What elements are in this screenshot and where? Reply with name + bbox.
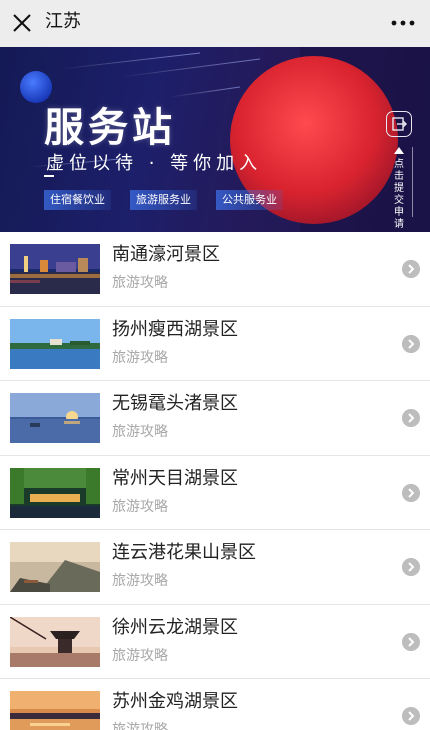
item-title: 苏州金鸡湖景区 (112, 691, 238, 712)
apply-button[interactable] (386, 111, 412, 137)
chevron-right-icon[interactable] (402, 334, 420, 353)
apply-up-arrow-icon (394, 147, 404, 154)
item-title: 连云港花果山景区 (112, 542, 256, 563)
thumbnail-image (10, 616, 100, 667)
item-title: 徐州云龙湖景区 (112, 616, 238, 638)
close-icon[interactable] (11, 12, 33, 34)
banner-tag-public: 公共服务业 (216, 190, 283, 210)
top-bar: 江苏 (0, 0, 430, 46)
chevron-right-icon[interactable] (402, 632, 420, 651)
apply-divider (412, 147, 413, 217)
item-subtitle: 旅游攻略 (112, 722, 168, 730)
item-subtitle: 旅游攻略 (112, 275, 168, 291)
banner-tag-lodging: 住宿餐饮业 (44, 190, 111, 210)
list-item[interactable]: 无锡鼋头渚景区 旅游攻略 (0, 381, 430, 456)
thumbnail-image (10, 691, 100, 730)
item-title: 无锡鼋头渚景区 (112, 393, 238, 414)
scenic-spot-list: 南通濠河景区 旅游攻略 扬州瘦西湖景区 旅游攻略 无锡鼋头渚景区 旅游攻略 常州… (0, 232, 430, 730)
item-subtitle: 旅游攻略 (112, 498, 168, 515)
exit-icon (391, 116, 407, 131)
more-icon[interactable] (390, 12, 416, 34)
item-subtitle: 旅游攻略 (112, 647, 168, 664)
list-item[interactable]: 连云港花果山景区 旅游攻略 (0, 530, 430, 605)
chevron-right-icon[interactable] (402, 707, 420, 725)
item-subtitle: 旅游攻略 (112, 424, 168, 440)
thumbnail-image (10, 393, 100, 443)
chevron-right-icon[interactable] (402, 409, 420, 427)
chevron-right-icon[interactable] (402, 483, 420, 502)
banner-title: 服务站 (44, 105, 176, 151)
thumbnail-image (10, 318, 100, 369)
thumbnail-image (10, 467, 100, 518)
item-title: 南通濠河景区 (112, 244, 220, 265)
thumbnail-image (10, 244, 100, 294)
page-title: 江苏 (45, 11, 81, 32)
chevron-right-icon[interactable] (402, 558, 420, 576)
banner-slogan: 虚位以待 · 等你加入 (46, 153, 263, 174)
banner-tag-tourism: 旅游服务业 (130, 190, 197, 210)
list-item[interactable]: 南通濠河景区 旅游攻略 (0, 232, 430, 307)
list-item[interactable]: 苏州金鸡湖景区 旅游攻略 (0, 679, 430, 730)
thumbnail-image (10, 542, 100, 592)
list-item[interactable]: 徐州云龙湖景区 旅游攻略 (0, 604, 430, 679)
apply-label[interactable]: 点击提交申请 (392, 159, 406, 231)
list-item[interactable]: 扬州瘦西湖景区 旅游攻略 (0, 306, 430, 381)
chevron-right-icon[interactable] (402, 260, 420, 278)
item-subtitle: 旅游攻略 (112, 573, 168, 589)
promo-banner[interactable]: 服务站 虚位以待 · 等你加入 住宿餐饮业 旅游服务业 公共服务业 点击提交申请 (0, 47, 430, 232)
item-subtitle: 旅游攻略 (112, 349, 168, 366)
item-title: 扬州瘦西湖景区 (112, 318, 238, 340)
list-item[interactable]: 常州天目湖景区 旅游攻略 (0, 455, 430, 530)
item-title: 常州天目湖景区 (112, 467, 238, 489)
